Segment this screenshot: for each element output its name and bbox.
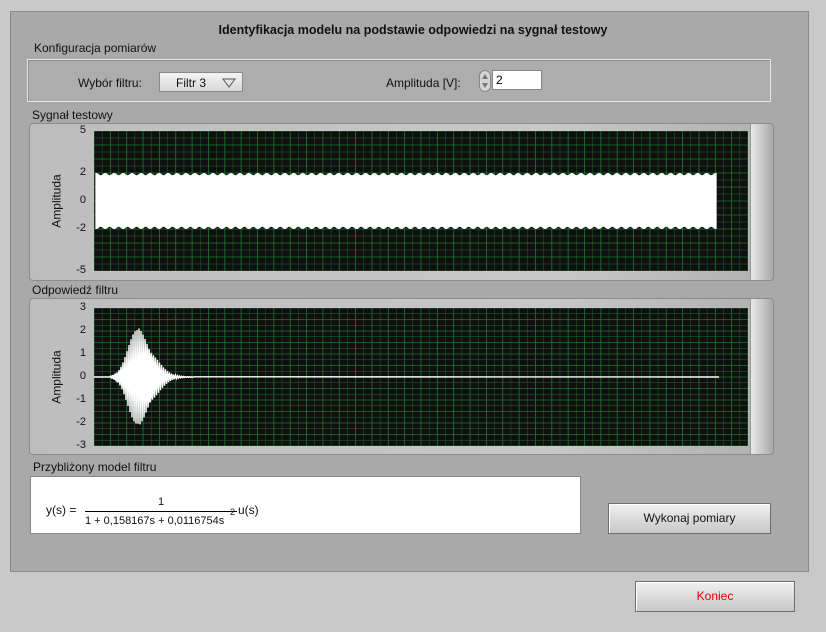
- amplitude-label: Amplituda [V]:: [386, 76, 461, 90]
- filter-response-y-tick-label: -3: [76, 439, 86, 451]
- test-signal-y-tick-label: 2: [79, 166, 86, 178]
- page-title: Identyfikacja modelu na podstawie odpowi…: [218, 23, 608, 37]
- run-measurements-button[interactable]: Wykonaj pomiary: [608, 503, 771, 534]
- filter-response-y-tick-label: -1: [76, 393, 86, 405]
- amplitude-stepper[interactable]: [479, 70, 491, 92]
- test-signal-trace: [95, 173, 717, 229]
- model-exponent: 2: [230, 507, 236, 517]
- fraction-bar: [85, 511, 237, 512]
- test-signal-y-label: Amplituda: [49, 174, 64, 228]
- filter-select-value: Filtr 3: [176, 76, 206, 90]
- end-button-label: Koniec: [696, 589, 734, 603]
- test-signal-plot: [94, 131, 748, 271]
- model-display: y(s) = 1 1 + 0,158167s + 0,0116754s 2 u(…: [30, 476, 581, 534]
- filter-response-y-label: Amplituda: [49, 350, 64, 404]
- test-signal-y-tick-label: 0: [79, 194, 86, 206]
- increment-icon[interactable]: [482, 74, 488, 79]
- filter-label: Wybór filtru:: [78, 76, 142, 90]
- filter-response-y-tick-label: -2: [76, 416, 86, 428]
- test-signal-y-tick-label: -2: [76, 222, 86, 234]
- filter-response-y-tick-label: 0: [79, 370, 86, 382]
- config-section-label: Konfiguracja pomiarów: [34, 41, 157, 55]
- filter-response-y-tick-label: 1: [79, 347, 86, 359]
- model-rhs: u(s): [238, 503, 259, 517]
- filter-response-plot: [94, 308, 748, 446]
- filter-response-y-tick-label: 2: [79, 324, 86, 336]
- test-signal-y-tick-label: 5: [79, 124, 86, 136]
- model-numerator: 1: [157, 496, 165, 508]
- test-signal-y-tick-label: -5: [76, 264, 86, 276]
- model-denominator: 1 + 0,158167s + 0,0116754s: [85, 515, 225, 527]
- model-lhs: y(s) =: [46, 503, 77, 517]
- filter-select[interactable]: Filtr 3: [159, 72, 243, 92]
- decrement-icon[interactable]: [482, 83, 488, 88]
- end-button[interactable]: Koniec: [635, 581, 795, 612]
- model-section-label: Przybliżony model filtru: [33, 460, 157, 474]
- amplitude-input[interactable]: [492, 70, 542, 90]
- chevron-down-icon: [222, 78, 236, 88]
- filter-response-label: Odpowiedź filtru: [32, 283, 119, 297]
- filter-response-y-tick-label: 3: [79, 301, 86, 313]
- test-signal-label: Sygnał testowy: [32, 108, 113, 122]
